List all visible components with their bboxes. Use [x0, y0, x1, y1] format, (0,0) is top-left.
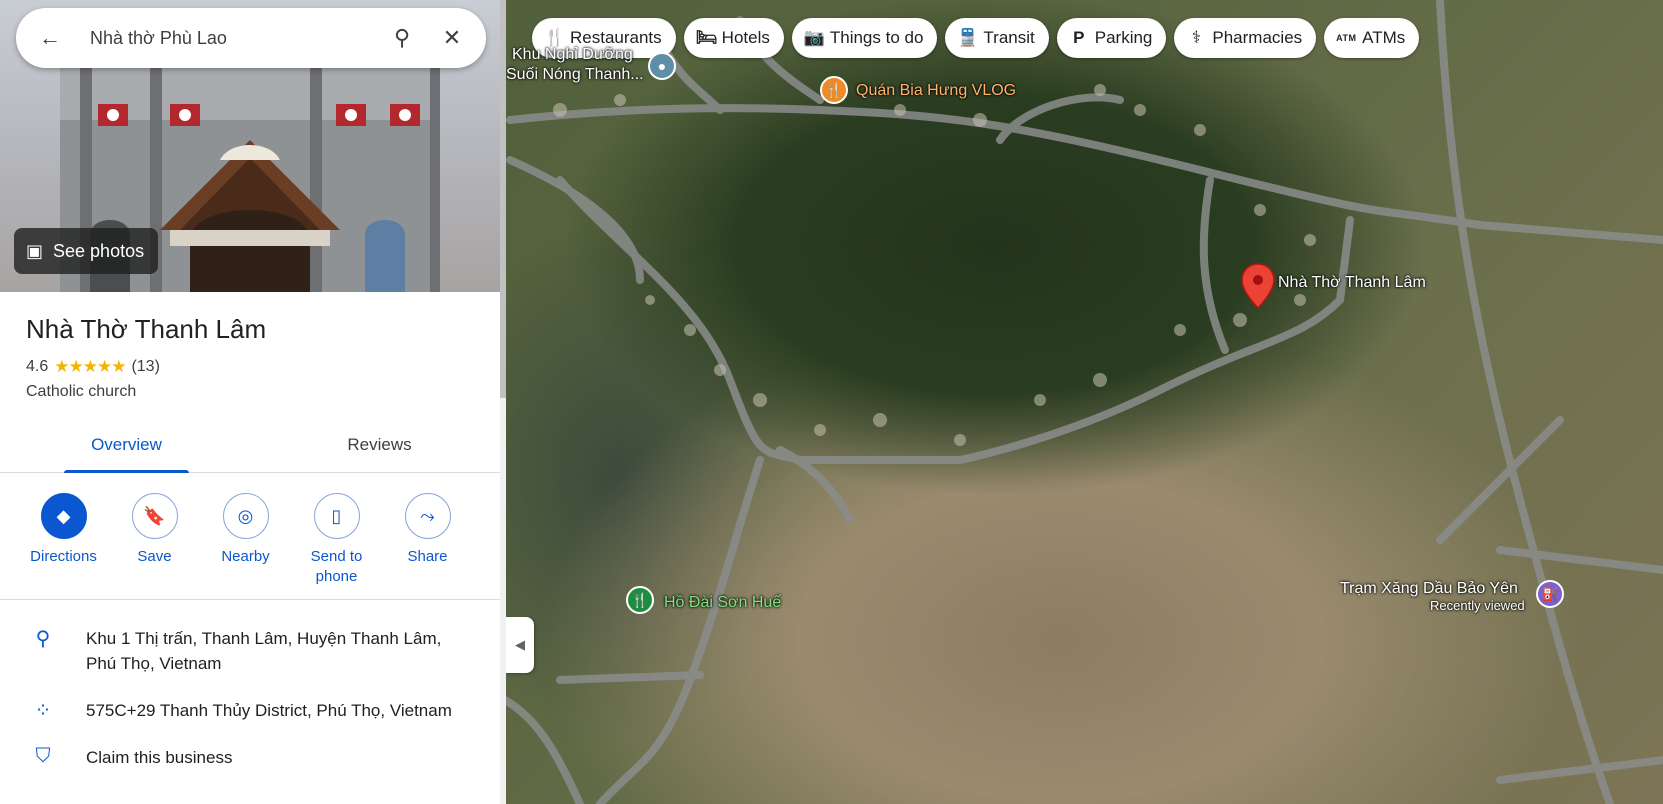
- send-to-phone-icon: ▯: [313, 493, 360, 539]
- chevron-left-icon: ◀: [515, 637, 525, 652]
- bed-icon: 🛏: [695, 28, 718, 47]
- plus-code-row[interactable]: ⁘ 575C+29 Thanh Thủy District, Phú Thọ, …: [0, 686, 506, 733]
- restaurant-pin-icon[interactable]: 🍴: [820, 76, 848, 104]
- share-button[interactable]: ⤳ Share: [382, 493, 473, 587]
- atm-icon: ATM: [1336, 33, 1357, 43]
- claim-business-row[interactable]: ⛉ Claim this business: [0, 733, 506, 780]
- panel-scrollbar[interactable]: [500, 0, 506, 804]
- nearby-button[interactable]: ◎ Nearby: [200, 493, 291, 587]
- send-to-phone-button[interactable]: ▯ Send to phone: [291, 493, 382, 587]
- place-tabs: Overview Reviews: [0, 421, 506, 473]
- chip-hotels[interactable]: 🛏 Hotels: [683, 18, 784, 58]
- address-text: Khu 1 Thị trấn, Thanh Lâm, Huyện Thanh L…: [86, 629, 442, 673]
- plus-code-icon: ⁘: [34, 700, 52, 722]
- address-row[interactable]: ⚲ Khu 1 Thị trấn, Thanh Lâm, Huyện Thanh…: [0, 614, 506, 686]
- selected-place-pin-icon[interactable]: [1238, 262, 1278, 312]
- rating-stars: ★★★★★: [54, 357, 126, 376]
- train-icon: 🚆: [957, 28, 979, 47]
- photo-gallery-icon: ▣: [26, 240, 44, 261]
- place-info: ⚲ Khu 1 Thị trấn, Thanh Lâm, Huyện Thanh…: [0, 600, 506, 780]
- rating-value: 4.6: [26, 358, 49, 375]
- share-icon: ⤳: [404, 493, 451, 539]
- verified-shield-icon: ⛉: [35, 745, 51, 767]
- scrollbar-thumb[interactable]: [500, 0, 506, 398]
- back-arrow-icon[interactable]: ←: [32, 20, 68, 56]
- action-buttons: ◆ Directions 🔖 Save ◎ Nearby ▯ Send to p…: [0, 473, 506, 600]
- camera-icon: 📷: [803, 28, 826, 47]
- fork-knife-icon: 🍴: [544, 28, 566, 47]
- plus-code-text: 575C+29 Thanh Thủy District, Phú Thọ, Vi…: [86, 701, 452, 720]
- save-button[interactable]: 🔖 Save: [109, 493, 200, 587]
- bookmark-icon: 🔖: [131, 493, 178, 539]
- collapse-panel-button[interactable]: ◀: [506, 617, 534, 673]
- directions-button[interactable]: ◆ Directions: [18, 493, 109, 587]
- search-box[interactable]: ← Nhà thờ Phù Lao ⚲ ✕: [16, 8, 486, 68]
- location-pin-icon: ⚲: [35, 628, 51, 650]
- place-photo[interactable]: ← Nhà thờ Phù Lao ⚲ ✕ ▣ See photos: [0, 0, 500, 292]
- chip-parking[interactable]: P Parking: [1056, 18, 1167, 58]
- see-photos-button[interactable]: ▣ See photos: [14, 228, 159, 274]
- map-label-lake[interactable]: Hồ Đài Sơn Huế: [664, 594, 781, 612]
- park-pin-icon[interactable]: 🍴: [626, 586, 654, 614]
- map-label-resort-2[interactable]: Suối Nóng Thanh...: [506, 66, 644, 84]
- map-label-restaurant[interactable]: Quán Bia Hưng VLOG: [856, 82, 1016, 100]
- resort-pin-icon[interactable]: ●: [648, 52, 676, 80]
- search-icon[interactable]: ⚲: [384, 20, 420, 56]
- search-input[interactable]: Nhà thờ Phù Lao: [68, 28, 384, 49]
- nearby-icon: ◎: [222, 493, 269, 539]
- map-label-church[interactable]: Nhà Thờ Thanh Lâm: [1278, 274, 1426, 292]
- gas-station-pin-icon[interactable]: ⛽: [1536, 580, 1564, 608]
- parking-icon: P: [1073, 28, 1085, 47]
- pharmacy-icon: ⚕: [1191, 28, 1201, 47]
- chip-transit[interactable]: 🚆 Transit: [945, 18, 1049, 58]
- review-count[interactable]: (13): [131, 358, 159, 376]
- tab-overview[interactable]: Overview: [0, 421, 253, 473]
- chip-atms[interactable]: ATM ATMs: [1324, 18, 1420, 58]
- place-title: Nhà Thờ Thanh Lâm: [26, 314, 267, 344]
- chip-things-to-do[interactable]: 📷 Things to do: [791, 18, 938, 58]
- map-label-gas-station[interactable]: Trạm Xăng Dầu Bảo Yên: [1340, 580, 1518, 598]
- tab-reviews[interactable]: Reviews: [253, 421, 506, 472]
- claim-business-text: Claim this business: [86, 748, 233, 767]
- rating-row[interactable]: 4.6 ★★★★★ (13): [0, 345, 506, 377]
- map-label-resort-1[interactable]: Khu Nghỉ Dưỡng: [512, 46, 633, 64]
- place-side-panel: ← Nhà thờ Phù Lao ⚲ ✕ ▣ See photos Nhà T…: [0, 0, 506, 804]
- map-label-recently-viewed: Recently viewed: [1430, 598, 1525, 613]
- directions-icon: ◆: [40, 493, 87, 539]
- close-icon[interactable]: ✕: [434, 20, 470, 56]
- place-category[interactable]: Catholic church: [0, 377, 506, 401]
- chip-pharmacies[interactable]: ⚕ Pharmacies: [1174, 18, 1317, 58]
